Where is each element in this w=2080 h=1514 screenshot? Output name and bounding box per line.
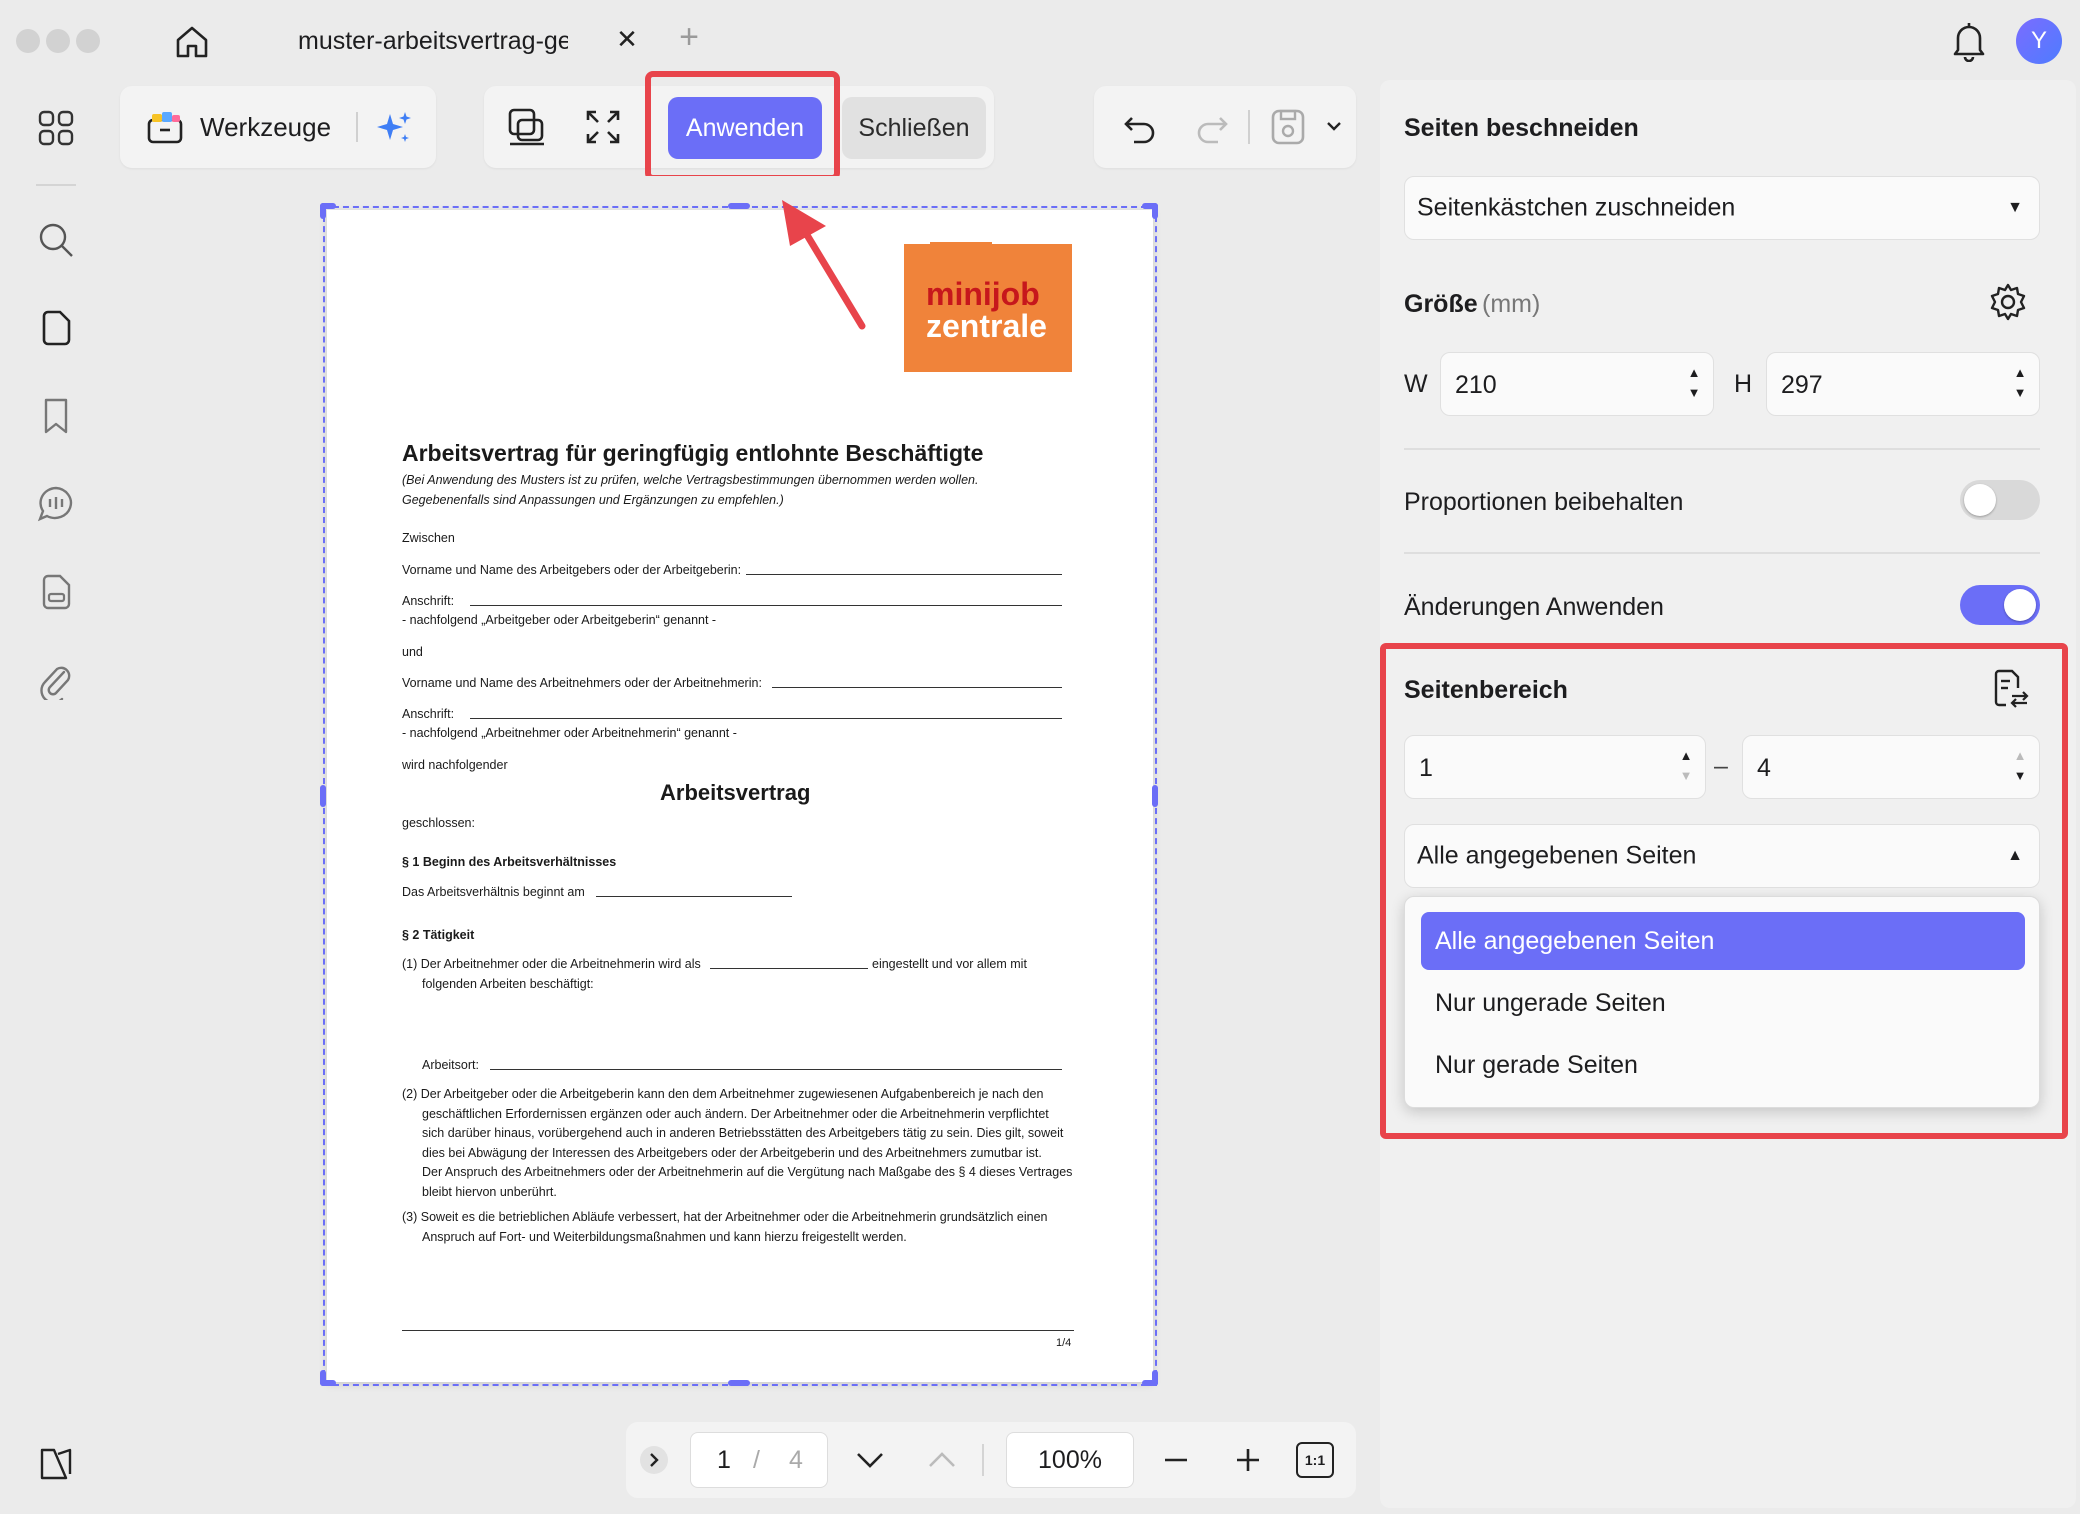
apps-grid-icon[interactable] <box>36 108 76 148</box>
height-input[interactable]: 297 ▲ ▼ <box>1766 352 2040 416</box>
toolbox-icon[interactable] <box>146 108 184 146</box>
home-icon[interactable] <box>172 22 212 62</box>
range-from-input[interactable]: 1 ▲ ▼ <box>1404 735 1706 799</box>
form-fields-icon[interactable] <box>36 572 76 612</box>
crop-mode-select[interactable]: Seitenkästchen zuschneiden ▼ <box>1404 176 2040 240</box>
window-zoom-control[interactable] <box>76 29 100 53</box>
highlight-box <box>645 71 840 181</box>
window-minimize-control[interactable] <box>46 29 70 53</box>
annotation-arrow-icon <box>770 190 880 340</box>
actual-size-button[interactable]: 1:1 <box>1296 1442 1334 1478</box>
close-button[interactable]: Schließen <box>842 97 986 159</box>
total-pages: 4 <box>789 1446 803 1474</box>
keep-ratio-toggle[interactable] <box>1960 480 2040 520</box>
range-option-odd[interactable]: Nur ungerade Seiten <box>1421 974 2025 1032</box>
close-tab-icon[interactable]: ✕ <box>612 24 642 54</box>
attachment-icon[interactable] <box>36 660 76 700</box>
tab-title: muster-arbeitsvertrag-gewerblich <box>298 26 568 55</box>
page-thumbnail-icon[interactable] <box>36 308 76 348</box>
height-value[interactable]: 297 <box>1781 371 1823 400</box>
panel-divider <box>1404 552 2040 554</box>
width-stepper-icon[interactable]: ▲ ▼ <box>1687 363 1701 407</box>
new-tab-icon[interactable]: + <box>674 20 704 56</box>
panel-divider <box>1404 448 2040 450</box>
size-unit: (mm) <box>1482 290 1541 318</box>
crop-handle-bottom-right-v[interactable] <box>1152 1370 1158 1386</box>
range-to-input[interactable]: 4 ▲ ▼ <box>1742 735 2040 799</box>
crop-handle-bottom[interactable] <box>728 1380 750 1386</box>
search-icon[interactable] <box>36 220 76 260</box>
left-rail <box>0 80 112 1514</box>
range-option-all[interactable]: Alle angegebenen Seiten <box>1421 912 2025 970</box>
toolbar-divider <box>356 112 358 142</box>
rail-divider <box>36 184 76 186</box>
size-settings-gear-icon[interactable] <box>1988 282 2028 322</box>
width-input[interactable]: 210 ▲ ▼ <box>1440 352 1714 416</box>
current-page[interactable]: 1 <box>717 1446 731 1475</box>
tools-toolbar: Werkzeuge <box>120 86 436 168</box>
page-range-swap-icon[interactable] <box>1990 668 2030 710</box>
crop-handle-top-left-v[interactable] <box>320 203 326 219</box>
range-mode-select[interactable]: Alle angegebenen Seiten ▲ <box>1404 824 2040 888</box>
toggle-knob <box>2004 589 2036 621</box>
range-option-even[interactable]: Nur gerade Seiten <box>1421 1036 2025 1094</box>
page-separator: / <box>753 1446 760 1474</box>
crop-handle-left[interactable] <box>320 785 326 807</box>
fit-expand-icon[interactable] <box>584 108 622 146</box>
crop-handle-bottom-left-v[interactable] <box>320 1370 326 1386</box>
crop-section-title: Seiten beschneiden <box>1404 114 1639 142</box>
title-bar: muster-arbeitsvertrag-gewerblich ✕ + Y <box>0 0 2080 80</box>
document-tab[interactable]: muster-arbeitsvertrag-gewerblich ✕ <box>262 10 642 72</box>
toggle-knob <box>1964 484 1996 516</box>
zoom-level[interactable]: 100% <box>1006 1432 1134 1488</box>
range-from-stepper-icon[interactable]: ▲ ▼ <box>1679 746 1693 790</box>
range-to-value[interactable]: 4 <box>1757 754 1771 783</box>
apply-changes-toggle[interactable] <box>1960 585 2040 625</box>
size-section-title: Größe <box>1404 290 1478 318</box>
save-options-chevron-icon[interactable] <box>1324 116 1344 136</box>
crop-handle-top[interactable] <box>728 203 750 209</box>
crop-page-icon[interactable] <box>506 106 548 148</box>
window-close-control[interactable] <box>16 29 40 53</box>
zoom-out-icon[interactable] <box>1158 1442 1194 1478</box>
caret-down-icon: ▼ <box>2007 199 2023 216</box>
crop-handle-top-right-v[interactable] <box>1152 203 1158 219</box>
history-toolbar <box>1094 86 1356 168</box>
previous-page-icon[interactable] <box>924 1442 960 1478</box>
caret-up-icon: ▲ <box>2007 847 2023 864</box>
page-number-box[interactable]: 1 / 4 <box>690 1432 828 1488</box>
zoom-in-icon[interactable] <box>1230 1442 1266 1478</box>
nav-divider <box>982 1444 984 1476</box>
crop-handle-right[interactable] <box>1152 785 1158 807</box>
apply-changes-label: Änderungen Anwenden <box>1404 593 1664 621</box>
page-range-title: Seitenbereich <box>1404 676 1568 704</box>
tools-label[interactable]: Werkzeuge <box>200 112 331 143</box>
redo-icon[interactable] <box>1194 110 1230 146</box>
range-dash: – <box>1714 752 1728 780</box>
height-label: H <box>1734 370 1753 398</box>
keep-ratio-label: Proportionen beibehalten <box>1404 488 1684 516</box>
comment-icon[interactable] <box>36 484 76 524</box>
range-mode-dropdown: Alle angegebenen Seiten Nur ungerade Sei… <box>1404 896 2040 1108</box>
height-stepper-icon[interactable]: ▲ ▼ <box>2013 363 2027 407</box>
bell-icon[interactable] <box>1950 20 1988 62</box>
crop-mode-value: Seitenkästchen zuschneiden <box>1417 193 1736 222</box>
crop-frame[interactable] <box>323 206 1157 1386</box>
ai-sparkle-icon[interactable] <box>374 108 414 148</box>
range-to-stepper-icon[interactable]: ▲ ▼ <box>2013 746 2027 790</box>
avatar[interactable]: Y <box>2016 18 2062 64</box>
range-mode-value: Alle angegebenen Seiten <box>1417 841 1697 870</box>
sidebar-toggle-icon[interactable] <box>36 1444 76 1484</box>
width-label: W <box>1404 370 1428 398</box>
range-from-value[interactable]: 1 <box>1419 754 1433 783</box>
save-icon[interactable] <box>1270 108 1306 146</box>
expand-nav-icon[interactable] <box>640 1446 668 1474</box>
bookmark-icon[interactable] <box>36 396 76 436</box>
undo-icon[interactable] <box>1122 110 1158 146</box>
toolbar-divider <box>1248 110 1250 144</box>
width-value[interactable]: 210 <box>1455 371 1497 400</box>
next-page-icon[interactable] <box>852 1442 888 1478</box>
